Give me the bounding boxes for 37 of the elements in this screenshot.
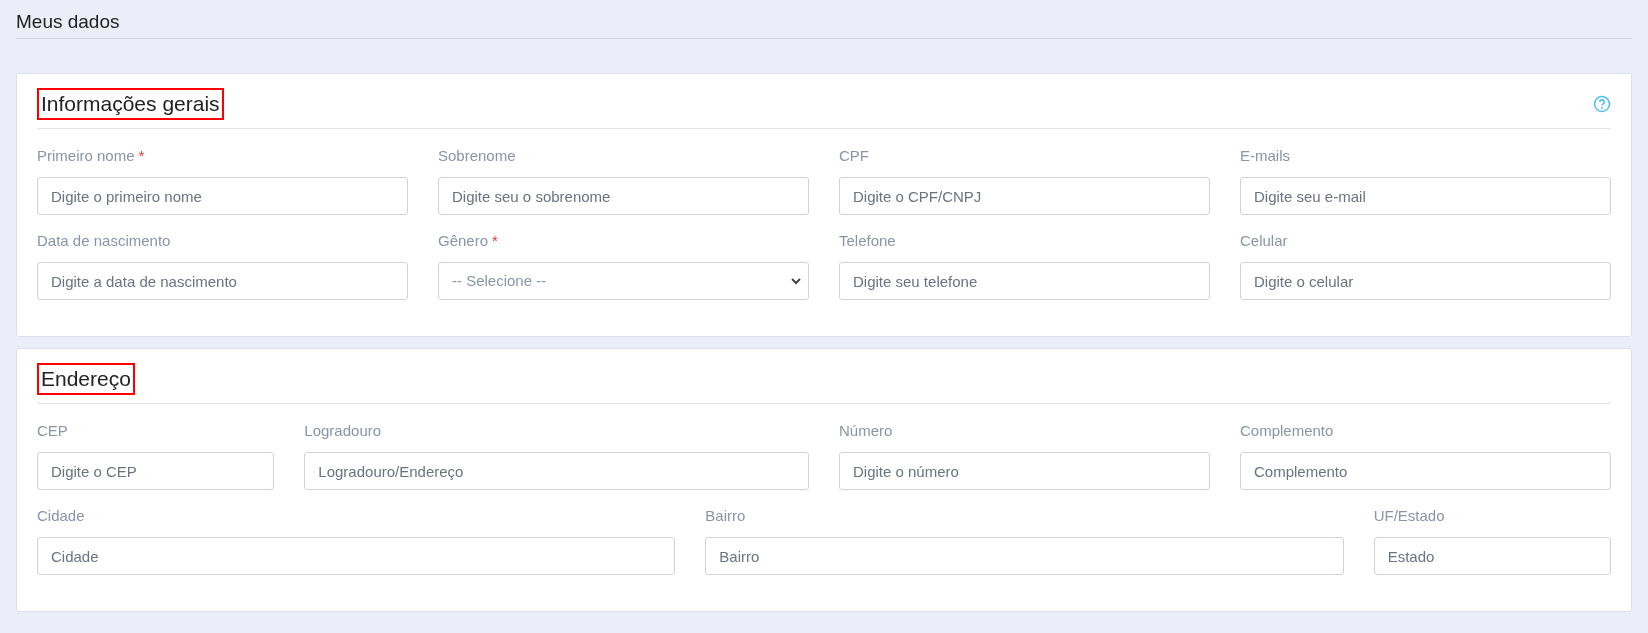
field-label: Número bbox=[839, 420, 893, 441]
required-mark: * bbox=[492, 230, 498, 251]
field-label: Complemento bbox=[1240, 420, 1334, 441]
input-field[interactable]: Digite seu o sobrenome bbox=[438, 177, 809, 215]
input-field[interactable]: Digite seu e-mail bbox=[1240, 177, 1611, 215]
input-field[interactable]: Complemento bbox=[1240, 452, 1611, 490]
page-title: Meus dados bbox=[16, 10, 120, 34]
field-label: CPF bbox=[839, 145, 869, 166]
field-label: Primeiro nome bbox=[37, 145, 135, 166]
input-field[interactable]: Digite o celular bbox=[1240, 262, 1611, 300]
input-field[interactable]: Digite o CPF/CNPJ bbox=[839, 177, 1210, 215]
section-title: Endereço bbox=[37, 363, 135, 395]
field-label: E-mails bbox=[1240, 145, 1290, 166]
input-field[interactable]: Digite o número bbox=[839, 452, 1210, 490]
input-field[interactable]: Logradouro/Endereço bbox=[304, 452, 809, 490]
input-field[interactable]: Digite o CEP bbox=[37, 452, 275, 490]
input-field[interactable]: Digite seu telefone bbox=[839, 262, 1210, 300]
field-label: Cidade bbox=[37, 505, 85, 526]
help-icon[interactable] bbox=[1593, 95, 1611, 113]
input-field[interactable]: Bairro bbox=[705, 537, 1344, 575]
chevron-down-icon bbox=[790, 275, 802, 287]
input-field[interactable]: Cidade bbox=[37, 537, 676, 575]
field-label: Sobrenome bbox=[438, 145, 516, 166]
field-label: Gênero bbox=[438, 230, 489, 251]
field-label: CEP bbox=[37, 420, 68, 441]
input-field[interactable]: Estado bbox=[1373, 537, 1611, 575]
field-label: Celular bbox=[1240, 230, 1288, 251]
input-field[interactable]: Digite o primeiro nome bbox=[37, 177, 408, 215]
input-field[interactable]: Digite a data de nascimento bbox=[37, 262, 408, 300]
field-label: Logradouro bbox=[304, 420, 382, 441]
section-title: Informações gerais bbox=[37, 88, 224, 120]
field-label: Data de nascimento bbox=[37, 230, 171, 251]
select-field[interactable]: -- Selecione -- bbox=[438, 262, 809, 300]
required-mark: * bbox=[138, 145, 145, 166]
field-label: Bairro bbox=[705, 505, 746, 526]
field-label: Telefone bbox=[839, 230, 896, 251]
field-label: UF/Estado bbox=[1373, 505, 1445, 526]
